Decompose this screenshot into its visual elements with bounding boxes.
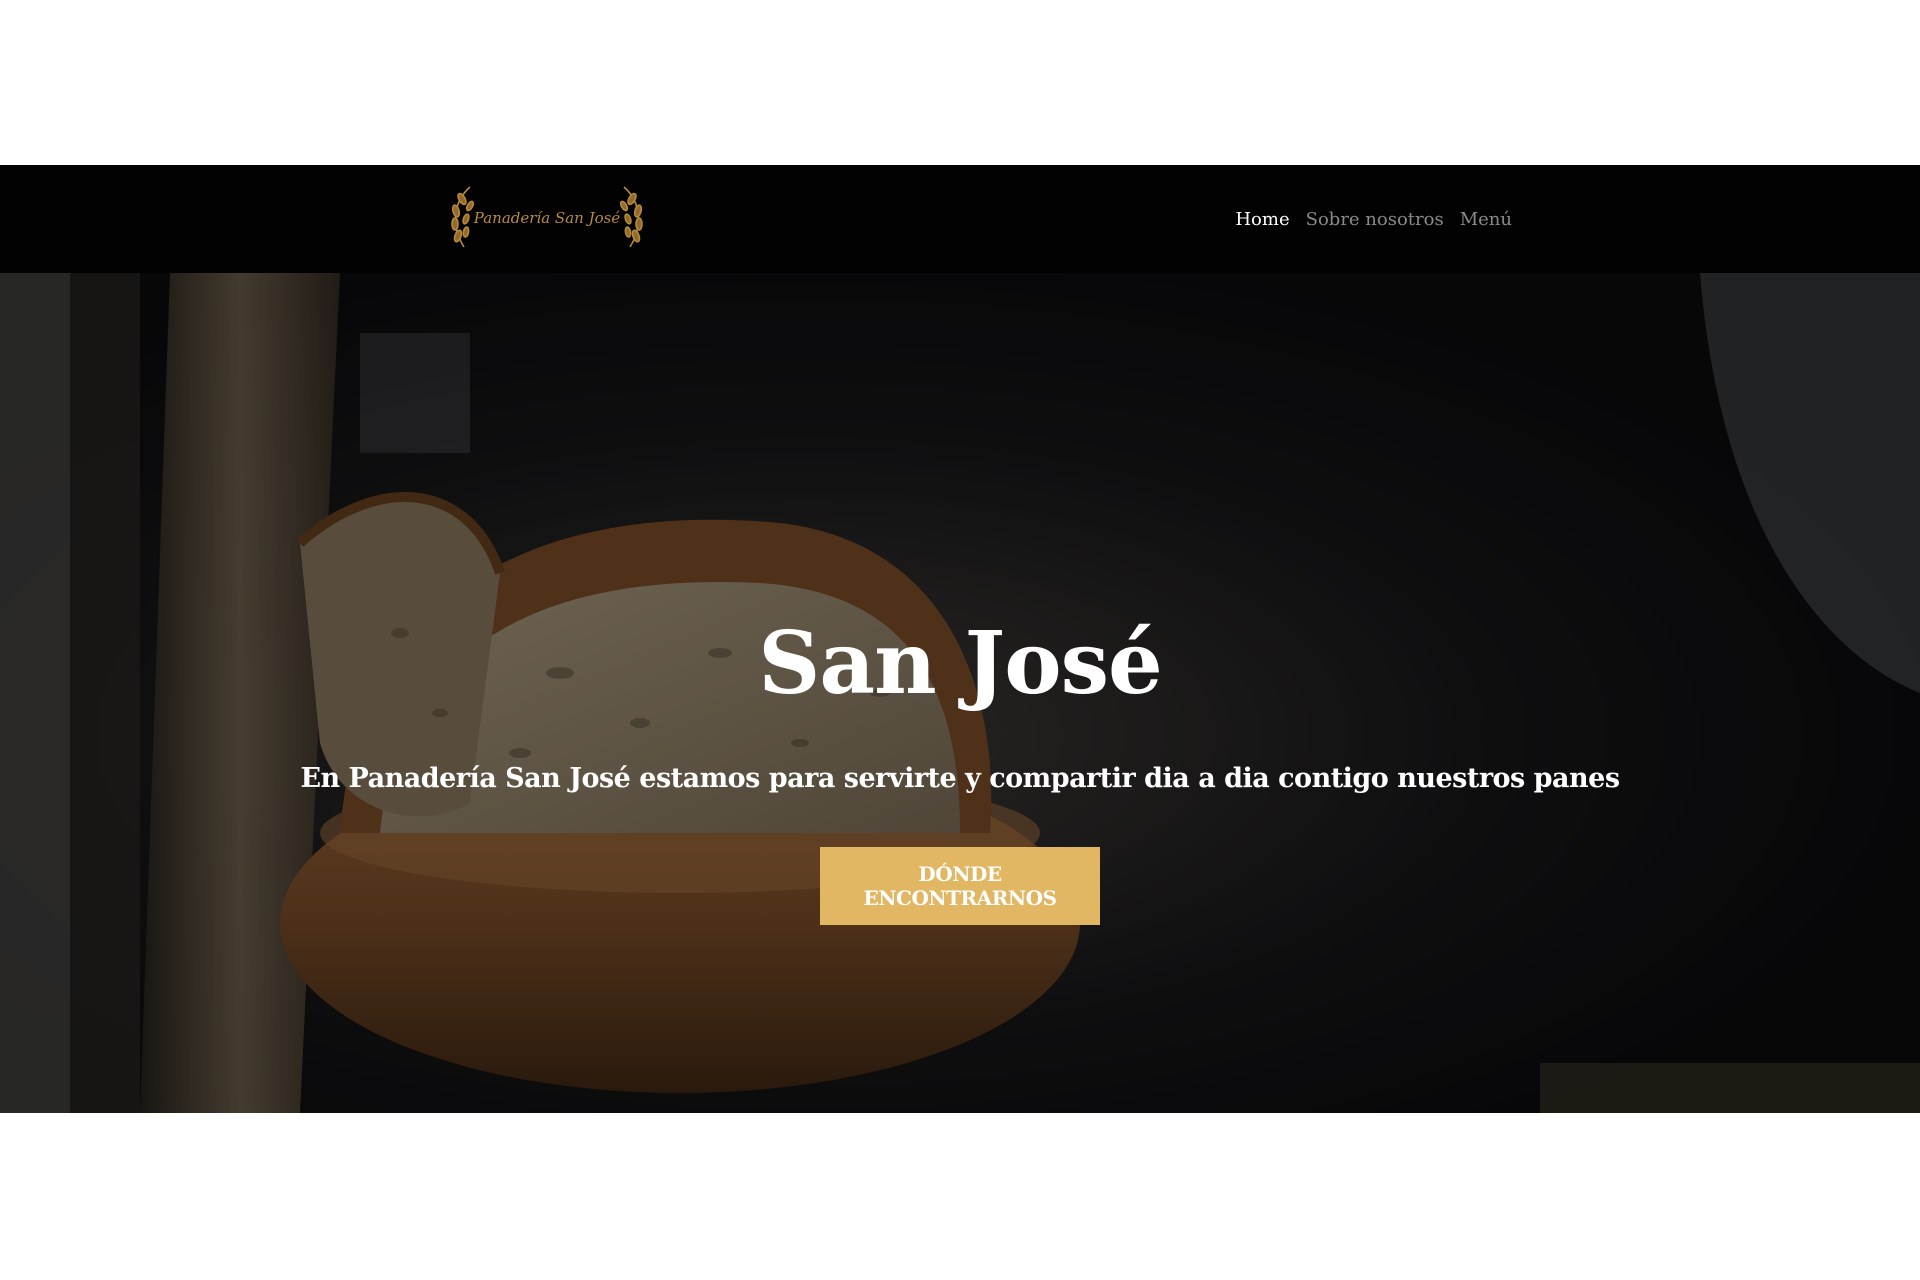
nav-link-menu[interactable]: Menú (1460, 209, 1512, 230)
main-nav: Home Sobre nosotros Menú (1235, 165, 1512, 273)
top-whitespace (0, 0, 1920, 165)
hero-section: San José En Panadería San José estamos p… (0, 273, 1920, 1113)
bottom-whitespace (0, 1113, 1920, 1280)
wheat-laurel-right-icon (619, 186, 643, 248)
logo-graphic: Panadería San José (451, 186, 643, 248)
find-us-button[interactable]: DÓNDE ENCONTRARNOS (820, 847, 1100, 925)
hero-subtitle: En Panadería San José estamos para servi… (300, 763, 1620, 794)
wheat-laurel-left-icon (451, 186, 475, 248)
brand-logo[interactable]: Panadería San José (444, 181, 650, 257)
nav-link-home[interactable]: Home (1235, 209, 1289, 230)
logo-text: Panadería San José (473, 209, 621, 227)
nav-link-sobre-nosotros[interactable]: Sobre nosotros (1306, 209, 1444, 230)
hero-title: San José (758, 613, 1162, 714)
navbar: Panadería San José Home Sobre nosotros M… (0, 165, 1920, 273)
